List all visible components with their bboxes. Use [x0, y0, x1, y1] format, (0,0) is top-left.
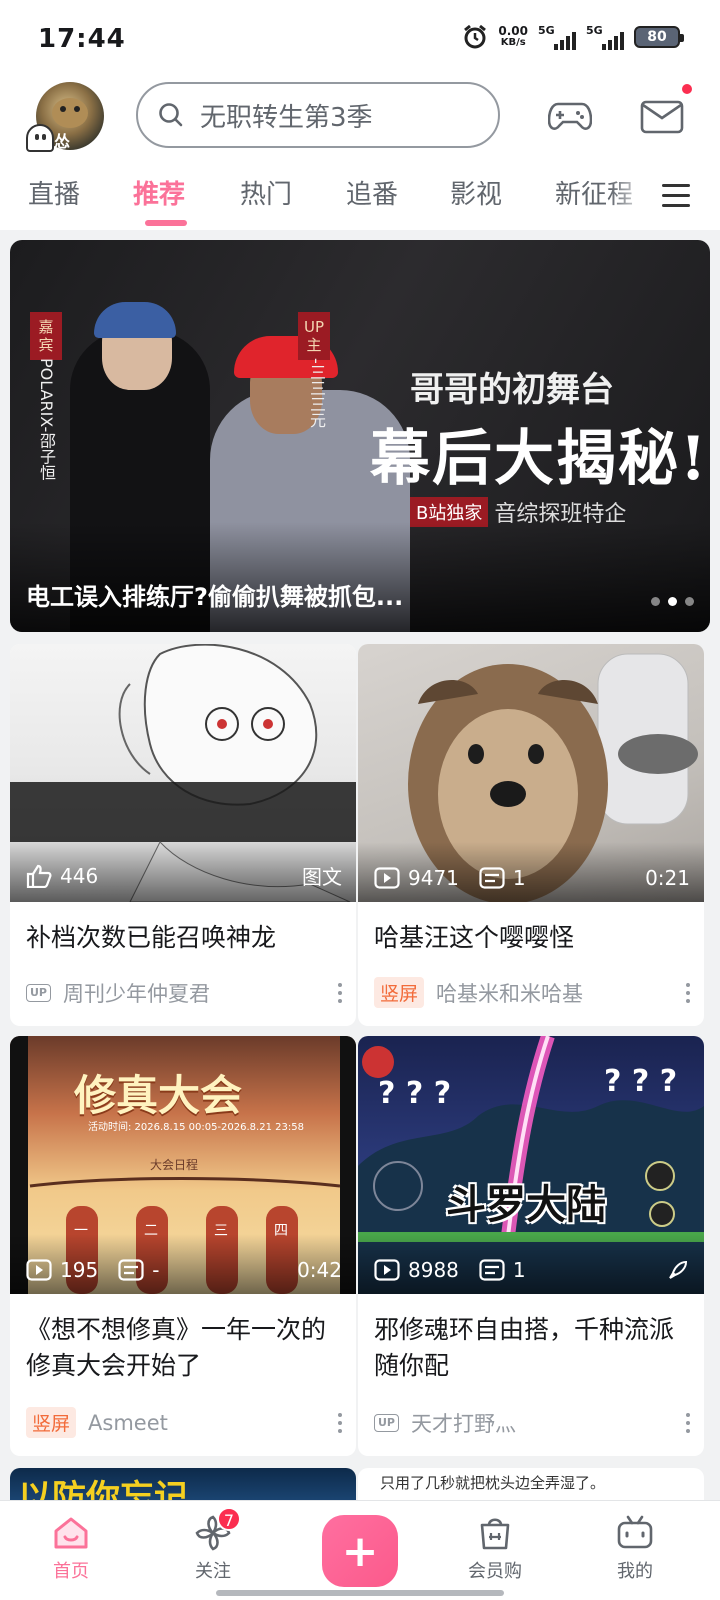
partial-card-text: 只用了几秒就把枕头边全弄湿了。: [380, 1474, 606, 1492]
notification-dot: [682, 84, 692, 94]
more-options-icon[interactable]: [686, 982, 690, 1003]
avatar-badge: 怂: [54, 132, 71, 151]
tab-movies[interactable]: 影视: [450, 174, 502, 211]
clock: 17:44: [38, 24, 126, 54]
active-tab-indicator: [145, 220, 187, 226]
thumb-text: 斗罗大陆: [446, 1182, 606, 1228]
guest-name: POLARIX-邵子恒: [37, 358, 56, 481]
more-options-icon[interactable]: [338, 983, 342, 1003]
play-count: 195: [60, 1258, 99, 1282]
tab-live[interactable]: 直播: [28, 174, 80, 211]
search-placeholder: 无职转生第3季: [200, 102, 373, 133]
nav-mall[interactable]: 会员购: [450, 1513, 540, 1583]
battery-icon: 80: [634, 26, 684, 48]
nav-me-label: 我的: [617, 1561, 653, 1582]
tab-hot[interactable]: 热门: [240, 174, 292, 211]
banner-carousel[interactable]: 嘉宾 POLARIX-邵子恒 UP主 -三三三元 哥哥的初舞台 幕后大揭秘! B…: [10, 240, 710, 632]
play-count-icon: [374, 867, 400, 889]
card-title: 邪修魂环自由搭，千种流派随你配: [374, 1315, 675, 1380]
danmaku-count: -: [152, 1258, 160, 1282]
publish-button[interactable]: +: [322, 1515, 398, 1587]
card-thumbnail: 9471 1 0:21: [358, 644, 704, 902]
like-count: 446: [60, 863, 99, 888]
danmaku-count: 1: [512, 866, 526, 890]
banner-title-line2: 幕后大揭秘!: [370, 424, 709, 494]
tab-anime[interactable]: 追番: [346, 174, 398, 211]
play-count: 8988: [408, 1258, 459, 1282]
nav-home[interactable]: 首页: [26, 1513, 116, 1583]
play-count-icon: [26, 1259, 52, 1281]
video-card[interactable]: 446 图文 补档次数已能召唤神龙 UP 周刊少年仲夏君: [10, 644, 356, 1026]
vertical-screen-tag: 竖屏: [26, 1407, 77, 1438]
up-name: -三三三元: [307, 358, 326, 428]
alarm-icon: [464, 24, 487, 49]
thumbs-up-icon: [26, 864, 52, 888]
search-input[interactable]: 无职转生第3季: [136, 82, 500, 148]
banner-title-line1: 哥哥的初舞台: [410, 370, 614, 410]
carousel-dots: [651, 597, 694, 606]
card-title: 哈基汪这个嘤嘤怪: [374, 923, 575, 952]
card-thumbnail: 446 图文: [10, 644, 356, 902]
card-title: 《想不想修真》一年一次的修真大会开始了: [26, 1315, 327, 1380]
video-duration: 0:21: [645, 866, 690, 890]
top-header: 怂 无职转生第3季 直播 推荐 热门 追番 影视 新征程: [0, 80, 720, 230]
card-author[interactable]: 哈基米和米哈基: [436, 978, 583, 1008]
question-marks: ? ? ?: [378, 1076, 452, 1111]
home-indicator[interactable]: [216, 1590, 504, 1596]
card-title: 补档次数已能召唤神龙: [26, 923, 277, 952]
card-thumbnail: 修真大会 活动时间: 2026.8.15 00:05-2026.8.21 23:…: [10, 1036, 356, 1294]
shopping-bag-icon: [480, 1518, 510, 1550]
signal-sim2-icon: 5G: [586, 24, 624, 50]
banner-caption: 电工误入排练厅?偷偷扒舞被抓包...: [26, 583, 404, 611]
play-count: 9471: [408, 866, 459, 890]
video-card[interactable]: 9471 1 0:21 哈基汪这个嘤嘤怪 竖屏 哈基米和米哈基: [358, 644, 704, 1026]
ghost-icon: [26, 124, 54, 152]
nav-follow-label: 关注: [195, 1561, 231, 1582]
guest-tag: 嘉宾: [30, 312, 62, 360]
search-icon: [159, 103, 183, 127]
more-options-icon[interactable]: [338, 1412, 342, 1433]
nav-home-label: 首页: [53, 1561, 89, 1582]
menu-icon[interactable]: [662, 184, 690, 208]
more-options-icon[interactable]: [686, 1413, 690, 1433]
tab-recommend[interactable]: 推荐: [133, 174, 185, 211]
question-marks: ? ? ?: [604, 1064, 678, 1099]
play-count-icon: [374, 1259, 400, 1281]
up-tag: UP: [26, 984, 51, 1002]
danmaku-icon: [479, 867, 505, 889]
card-author[interactable]: Asmeet: [88, 1411, 168, 1435]
tv-icon: [617, 1515, 653, 1549]
nav-follow[interactable]: 7 关注: [168, 1507, 258, 1583]
signal-sim1-icon: 5G: [538, 24, 576, 50]
danmaku-icon: [118, 1259, 144, 1281]
up-tag: UP: [374, 1414, 399, 1432]
vertical-screen-tag: 竖屏: [374, 977, 425, 1008]
category-tabs: 直播 推荐 热门 追番 影视 新征程: [0, 170, 720, 228]
video-duration: 0:42: [297, 1258, 342, 1282]
follow-badge: 7: [217, 1507, 241, 1531]
danmaku-icon: [479, 1259, 505, 1281]
up-tag: UP主: [298, 312, 330, 360]
card-author[interactable]: 周刊少年仲夏君: [63, 978, 210, 1008]
home-icon: [54, 1517, 88, 1549]
gamepad-icon[interactable]: [548, 96, 592, 136]
danmaku-count: 1: [512, 1258, 526, 1282]
rocket-icon: [669, 1260, 688, 1279]
video-card[interactable]: ? ? ? ? ? ? 斗罗大陆 8988 1 邪修魂环自由搭，千种流派随你配 …: [358, 1036, 704, 1456]
status-bar: 17:44 0.00 KB/s 5G 5G 80: [0, 0, 720, 80]
nav-me[interactable]: 我的: [590, 1513, 680, 1583]
network-speed: 0.00 KB/s: [498, 24, 528, 48]
card-type-label: 图文: [302, 865, 342, 889]
video-card[interactable]: 修真大会 活动时间: 2026.8.15 00:05-2026.8.21 23:…: [10, 1036, 356, 1456]
nav-mall-label: 会员购: [468, 1561, 522, 1582]
mail-icon[interactable]: [640, 96, 684, 136]
card-thumbnail: ? ? ? ? ? ? 斗罗大陆 8988 1: [358, 1036, 704, 1294]
card-author[interactable]: 天才打野灬: [411, 1408, 516, 1438]
bottom-navigation: 首页 7 关注 + 会员购 我的: [0, 1500, 720, 1600]
